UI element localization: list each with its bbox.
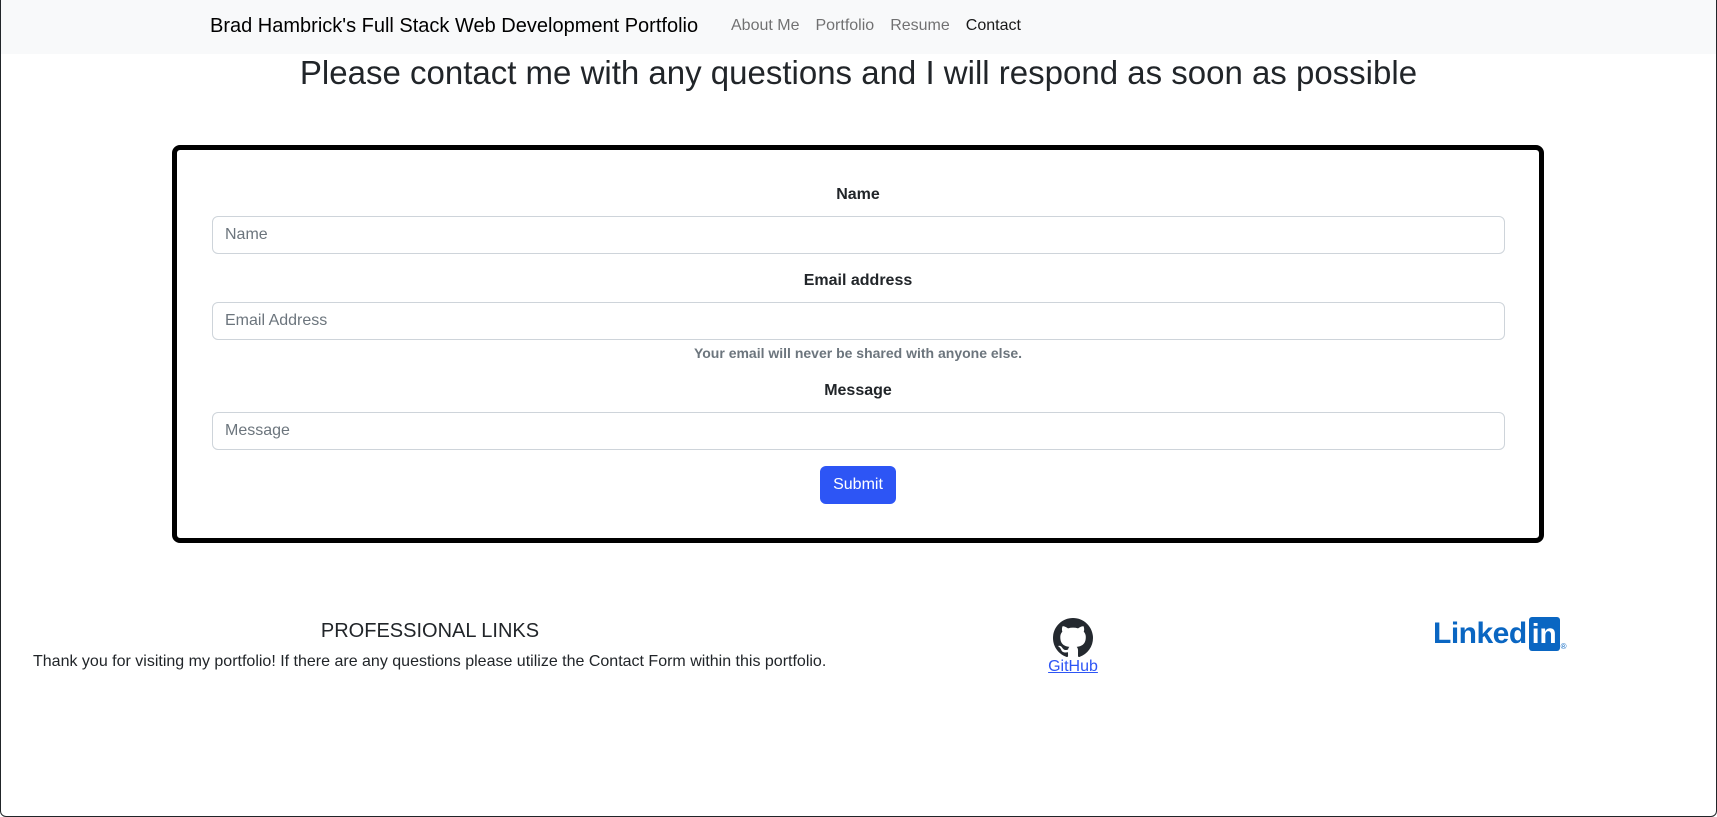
nav-link-portfolio[interactable]: Portfolio	[807, 17, 882, 35]
linkedin-in-box: in	[1528, 617, 1560, 651]
github-label: GitHub	[1048, 658, 1098, 675]
linkedin-registered-mark: ®	[1560, 642, 1567, 651]
nav-link-about-me[interactable]: About Me	[723, 17, 807, 35]
email-help-text: Your email will never be shared with any…	[693, 345, 1023, 361]
contact-form: Name Email address Your email will never…	[172, 145, 1544, 543]
github-link[interactable]: GitHub	[1040, 618, 1106, 676]
nav-links: About Me Portfolio Resume Contact	[723, 17, 1029, 35]
github-icon	[1053, 618, 1093, 658]
footer-heading: PROFESSIONAL LINKS	[320, 620, 540, 642]
email-label: Email address	[803, 272, 913, 289]
footer-text: Thank you for visiting my portfolio! If …	[33, 653, 827, 670]
linkedin-logo[interactable]: Linked in ®	[1433, 617, 1566, 651]
submit-button[interactable]: Submit	[820, 466, 896, 504]
nav-link-contact[interactable]: Contact	[958, 17, 1029, 35]
email-input[interactable]	[212, 302, 1505, 340]
message-input[interactable]	[212, 412, 1505, 450]
page-title: Please contact me with any questions and…	[299, 54, 1418, 91]
name-input[interactable]	[212, 216, 1505, 254]
linkedin-word: Linked	[1433, 617, 1527, 650]
brand-link[interactable]: Brad Hambrick's Full Stack Web Developme…	[210, 15, 698, 38]
nav-link-resume[interactable]: Resume	[882, 17, 958, 35]
message-label: Message	[824, 382, 892, 399]
name-label: Name	[836, 186, 880, 203]
top-navbar: Brad Hambrick's Full Stack Web Developme…	[1, 0, 1716, 54]
